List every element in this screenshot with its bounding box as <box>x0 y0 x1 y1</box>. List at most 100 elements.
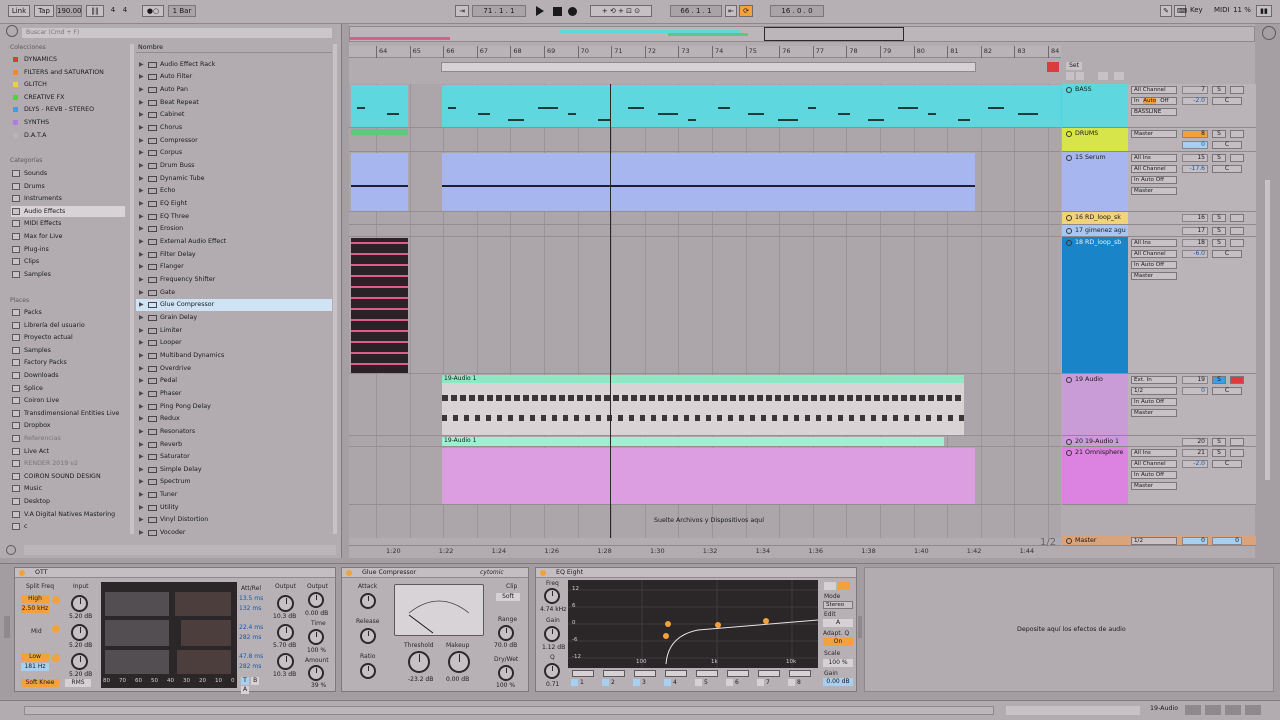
track-activator-number[interactable]: 20 <box>1182 438 1208 446</box>
expand-arrow-icon[interactable]: ▶ <box>139 502 144 514</box>
output-select[interactable]: Master <box>1131 272 1177 280</box>
arrangement-position[interactable]: 71 . 1 . 1 <box>472 5 526 17</box>
device-on-icon[interactable] <box>19 570 25 576</box>
track-lane[interactable] <box>349 152 1061 212</box>
device-chain-right-handle[interactable] <box>858 616 862 638</box>
low-band-button[interactable]: Low <box>21 653 49 661</box>
loop-length[interactable]: 16 . 0 . 0 <box>770 5 824 17</box>
fold-icon[interactable] <box>1066 450 1072 456</box>
browser-item[interactable]: ▶ External Audio Effect <box>136 236 332 248</box>
expand-arrow-icon[interactable]: ▶ <box>139 84 144 96</box>
eq-band-2[interactable] <box>663 633 669 639</box>
high-freq-field[interactable]: 2.50 kHz <box>21 605 49 613</box>
volume-field[interactable]: -2.0 <box>1182 460 1208 468</box>
expand-arrow-icon[interactable]: ▶ <box>139 97 144 109</box>
expand-arrow-icon[interactable]: ▶ <box>139 439 144 451</box>
track-activator-number[interactable]: 19 <box>1182 376 1208 384</box>
output-select[interactable]: Master <box>1131 130 1177 138</box>
pan-field[interactable]: C <box>1212 250 1242 258</box>
track-lane[interactable] <box>349 447 1061 505</box>
browser-item[interactable]: ▶ EQ Three <box>136 211 332 223</box>
expand-arrow-icon[interactable]: ▶ <box>139 287 144 299</box>
browser-item[interactable]: ▶ Auto Filter <box>136 71 332 83</box>
solo-button[interactable]: S <box>1212 130 1226 138</box>
loop-brace[interactable] <box>441 62 976 72</box>
track-master[interactable]: Master 1/2 0 0 <box>1062 536 1256 546</box>
place-item[interactable]: Coiron Live <box>11 395 125 406</box>
t-button[interactable]: T <box>241 677 249 685</box>
place-item[interactable]: V.A Digital Natives Mastering <box>11 509 125 520</box>
track-activator-number[interactable]: 18 <box>1182 239 1208 247</box>
expand-arrow-icon[interactable]: ▶ <box>139 211 144 223</box>
browser-search-input[interactable]: Buscar (Cmd + F) <box>22 28 332 38</box>
arrangement-clip[interactable]: 19-Audio 1 <box>442 437 944 446</box>
expand-arrow-icon[interactable]: ▶ <box>139 363 144 375</box>
follow-icon[interactable]: ⇥ <box>455 5 469 17</box>
expand-arrow-icon[interactable]: ▶ <box>139 236 144 248</box>
eq-band-1[interactable] <box>665 621 671 627</box>
browser-item[interactable]: ▶ Multiband Dynamics <box>136 350 332 362</box>
pan-field[interactable]: C <box>1212 97 1242 105</box>
locator-buttons[interactable] <box>1066 72 1126 80</box>
output-select[interactable]: BASSLINE <box>1131 108 1177 116</box>
browser-item[interactable]: ▶ Erosion <box>136 223 332 235</box>
expand-arrow-icon[interactable]: ▶ <box>139 109 144 121</box>
pan-field[interactable]: C <box>1212 387 1242 395</box>
fold-icon[interactable] <box>1066 228 1072 234</box>
expand-arrow-icon[interactable]: ▶ <box>139 135 144 147</box>
attack-knob[interactable] <box>360 593 376 609</box>
place-item[interactable]: RENDER 2019 v2 <box>11 458 125 469</box>
arm-icon[interactable] <box>1230 227 1244 235</box>
input-channel-select[interactable]: All Channel <box>1131 165 1177 173</box>
browser-item[interactable]: ▶ Cabinet <box>136 109 332 121</box>
track-activator-number[interactable]: 7 <box>1182 86 1208 94</box>
browser-item[interactable]: ▶ Chorus <box>136 122 332 134</box>
set-button[interactable]: Set <box>1066 62 1082 70</box>
monitor-in-button[interactable]: In <box>1134 98 1139 104</box>
signature-denominator[interactable]: 4 <box>120 5 130 17</box>
expand-arrow-icon[interactable]: ▶ <box>139 223 144 235</box>
fold-icon[interactable] <box>1066 155 1072 161</box>
track-activator-number[interactable]: 17 <box>1182 227 1208 235</box>
arrangement-clip[interactable] <box>351 85 408 127</box>
expand-arrow-icon[interactable]: ▶ <box>139 198 144 210</box>
filter-type-icon[interactable] <box>789 670 811 677</box>
solo-button[interactable]: S <box>1212 438 1226 446</box>
track-lane[interactable] <box>349 237 1061 374</box>
band-on-icon[interactable] <box>726 679 733 686</box>
solo-button[interactable]: S <box>1212 239 1226 247</box>
volume-field[interactable]: -17.6 <box>1182 165 1208 173</box>
item-list-scrollbar[interactable] <box>333 44 337 534</box>
band-on-icon[interactable] <box>757 679 764 686</box>
expand-arrow-icon[interactable]: ▶ <box>139 173 144 185</box>
band-on-icon[interactable] <box>788 679 795 686</box>
audio-effects-drop-zone[interactable]: Deposite aquí los efectos de audio <box>864 567 1274 692</box>
browser-item[interactable]: ▶ Resonators <box>136 426 332 438</box>
low-solo-icon[interactable] <box>52 654 60 662</box>
input-type-select[interactable]: All Ins <box>1131 449 1177 457</box>
browser-item[interactable]: ▶ Redux <box>136 413 332 425</box>
input-channel-select[interactable]: All Channel <box>1131 250 1177 258</box>
category-item[interactable]: MIDI Effects <box>11 218 125 229</box>
eq-band-selector[interactable]: 6 <box>725 670 753 688</box>
place-item[interactable]: COIRON SOUND DESIGN <box>11 471 125 482</box>
browser-item[interactable]: ▶ Glue Compressor <box>136 299 332 312</box>
track-activator-number[interactable]: 8 <box>1182 130 1208 138</box>
filter-type-icon[interactable] <box>758 670 780 677</box>
browser-item[interactable]: ▶ Saturator <box>136 451 332 463</box>
scale-field[interactable]: 100 % <box>823 659 853 667</box>
eq-band-selector[interactable]: 2 <box>601 670 629 688</box>
track-lane[interactable] <box>349 84 1061 128</box>
device-on-icon[interactable] <box>540 570 546 576</box>
pan-field[interactable]: C <box>1212 460 1242 468</box>
track-header[interactable]: 21 Omnisphere All Ins All Channel In Auto O… <box>1062 447 1256 505</box>
browser-item[interactable]: ▶ Drum Buss <box>136 160 332 172</box>
mode-select[interactable]: Stereo <box>823 601 853 609</box>
name-column-header[interactable]: Nombre <box>136 43 332 53</box>
browser-item[interactable]: ▶ Looper <box>136 337 332 349</box>
arrangement-clip[interactable] <box>351 129 408 135</box>
browser-item[interactable]: ▶ Beat Repeat <box>136 97 332 109</box>
track-header[interactable]: 20 19-Audio 1 20 S <box>1062 436 1256 447</box>
ott-tba-buttons[interactable]: T B A <box>241 676 267 694</box>
input-channel-select[interactable]: All Channel <box>1131 460 1177 468</box>
